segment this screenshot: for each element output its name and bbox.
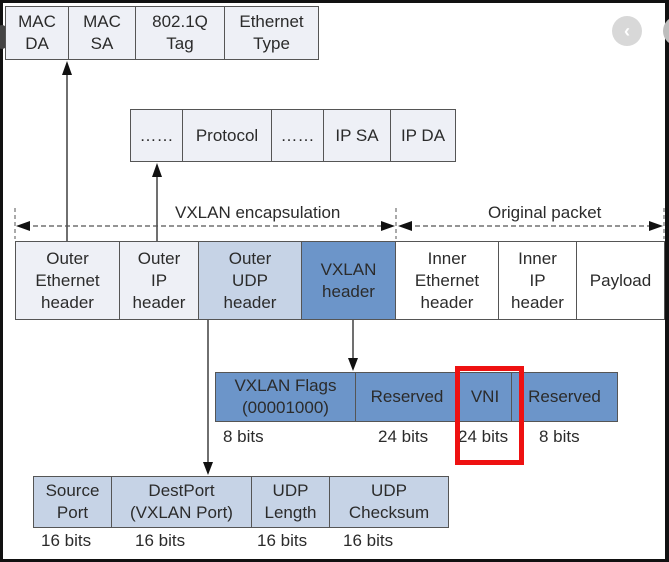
chevron-left-icon: ‹ (624, 20, 630, 41)
arrowhead-down-vxlan (348, 358, 358, 371)
span-original-arrow-right (649, 221, 663, 231)
arrowhead-up-mac (62, 61, 72, 75)
diagram-canvas: MAC DA MAC SA 802.1Q Tag Ethernet Type …… (0, 3, 669, 559)
span-original-arrow-left (398, 221, 412, 231)
span-vxlan-arrow-left (16, 221, 30, 231)
arrowhead-down-udp (203, 462, 213, 475)
arrowhead-up-ip (152, 163, 162, 177)
connector-lines (14, 61, 665, 475)
prev-button[interactable]: ‹ (612, 16, 642, 46)
span-vxlan-arrow-right (381, 221, 395, 231)
